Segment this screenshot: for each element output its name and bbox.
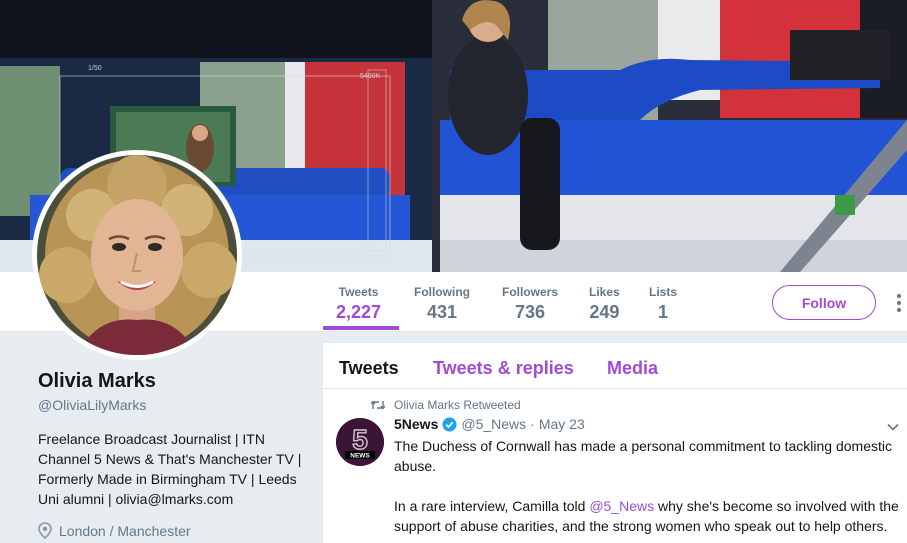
profile-name[interactable]: Olivia Marks <box>38 370 156 393</box>
tweet-date[interactable]: May 23 <box>539 416 585 432</box>
profile-bio: Freelance Broadcast Journalist | ITN Cha… <box>38 431 302 507</box>
follow-button[interactable]: Follow <box>772 285 876 320</box>
more-dots-icon[interactable] <box>890 290 907 316</box>
tweet-author-avatar[interactable]: 5 NEWS <box>336 418 384 466</box>
svg-text:5: 5 <box>352 424 368 455</box>
chevron-down-icon[interactable] <box>886 420 900 434</box>
tweet-separator: · <box>530 416 535 432</box>
stat-label: Followers <box>502 285 559 299</box>
profile-location: London / Manchester <box>38 522 191 539</box>
stat-followers[interactable]: Followers 736 <box>502 284 558 323</box>
stat-value: 736 <box>514 302 546 322</box>
tab-media[interactable]: Media <box>607 358 658 379</box>
stat-value: 1 <box>658 302 669 322</box>
stat-following[interactable]: Following 431 <box>414 284 470 323</box>
tweet-paragraph: The Duchess of Cornwall has made a perso… <box>394 438 892 474</box>
location-text: London / Manchester <box>59 522 191 539</box>
tweet-mention-link[interactable]: @5_News <box>589 498 654 514</box>
timeline-tabs: Tweets Tweets & replies Media <box>323 343 907 389</box>
tweet-header: 5News @5_News · May 23 <box>394 416 585 432</box>
tweet-author-handle[interactable]: @5_News <box>461 416 526 432</box>
avatar-image <box>37 155 237 355</box>
verified-badge-icon <box>442 417 457 431</box>
tweet-text-segment: In a rare interview, Camilla told <box>394 498 590 514</box>
active-stat-indicator <box>323 326 399 330</box>
5news-logo: 5 NEWS <box>336 418 384 466</box>
avatar[interactable] <box>32 150 242 360</box>
stat-value: 431 <box>426 302 458 322</box>
tweet-text: The Duchess of Cornwall has made a perso… <box>394 436 899 543</box>
retweet-context-text[interactable]: Olivia Marks Retweeted <box>394 398 521 412</box>
stat-label: Following <box>414 285 470 299</box>
location-pin-icon <box>38 522 52 539</box>
timeline: Tweets Tweets & replies Media Olivia Mar… <box>323 343 907 543</box>
stat-label: Likes <box>589 285 620 299</box>
stat-tweets[interactable]: Tweets 2,227 <box>336 284 381 323</box>
banner-code: 5400K <box>360 73 381 80</box>
tweet-paragraph: In a rare interview, Camilla told @5_New… <box>394 496 899 536</box>
retweet-icon <box>371 400 385 410</box>
tab-tweets-replies[interactable]: Tweets & replies <box>433 358 574 379</box>
logo-text: NEWS <box>350 453 370 460</box>
tweet-author-name[interactable]: 5News <box>394 416 438 432</box>
tab-tweets[interactable]: Tweets <box>339 358 399 379</box>
retweet-context: Olivia Marks Retweeted <box>371 398 521 412</box>
stat-value: 2,227 <box>336 302 382 322</box>
banner-counter: 1/50 <box>88 65 102 72</box>
stat-label: Tweets <box>338 285 379 299</box>
profile-handle[interactable]: @OliviaLilyMarks <box>38 397 146 413</box>
stat-label: Lists <box>649 285 678 299</box>
stat-value: 249 <box>589 302 620 322</box>
stat-lists[interactable]: Lists 1 <box>649 284 677 323</box>
stat-likes[interactable]: Likes 249 <box>589 284 620 323</box>
